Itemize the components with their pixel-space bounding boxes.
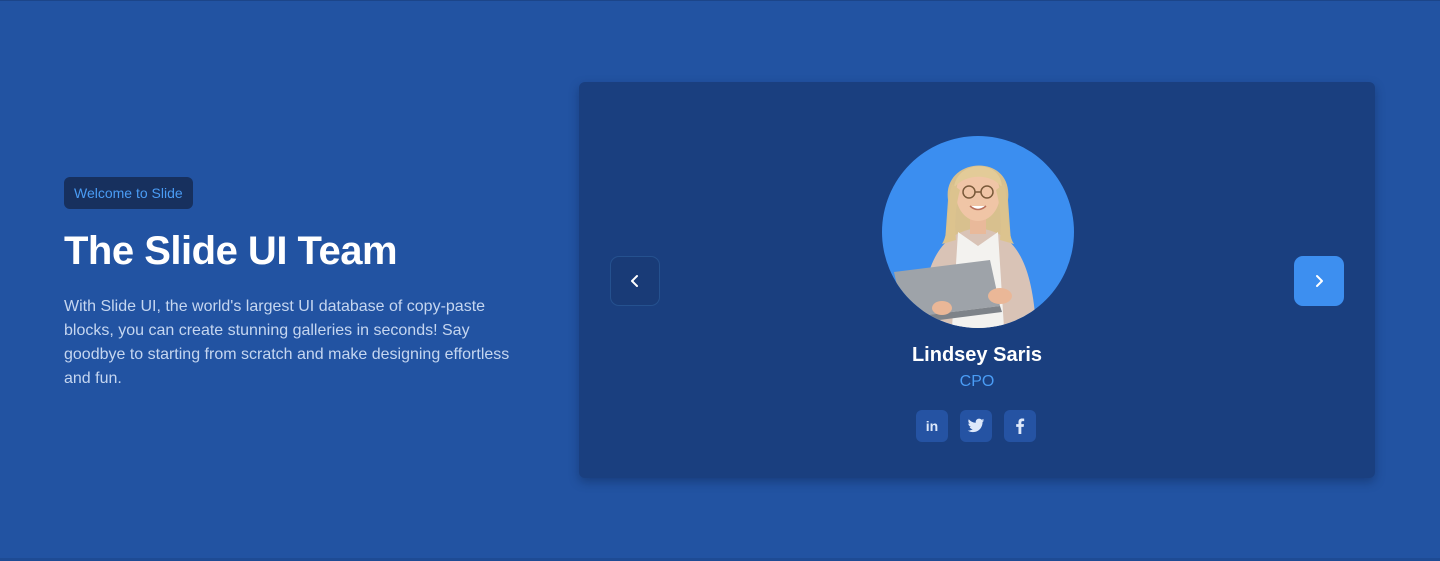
person-with-laptop-illustration <box>894 165 1036 328</box>
twitter-icon <box>967 418 985 433</box>
linkedin-link[interactable]: in <box>916 410 948 442</box>
chevron-left-icon <box>631 275 638 287</box>
facebook-link[interactable] <box>1004 410 1036 442</box>
hero-description: With Slide UI, the world's largest UI da… <box>64 298 510 387</box>
twitter-link[interactable] <box>960 410 992 442</box>
page-title: The Slide UI Team <box>64 229 398 273</box>
welcome-badge: Welcome to Slide <box>64 177 193 209</box>
chevron-right-icon <box>1316 275 1323 287</box>
linkedin-icon: in <box>925 418 939 434</box>
team-member-name: Lindsey Saris <box>911 344 1043 366</box>
facebook-icon <box>1016 418 1025 434</box>
next-slide-button[interactable] <box>1294 256 1344 306</box>
team-member-photo <box>882 136 1074 328</box>
top-border <box>0 0 1440 1</box>
team-carousel-card: Lindsey Saris CPO in <box>579 82 1375 478</box>
hero-intro: Welcome to Slide The Slide UI Team With … <box>64 177 534 391</box>
previous-slide-button[interactable] <box>610 256 660 306</box>
team-member-role: CPO <box>959 373 995 390</box>
social-links: in <box>916 410 1036 442</box>
